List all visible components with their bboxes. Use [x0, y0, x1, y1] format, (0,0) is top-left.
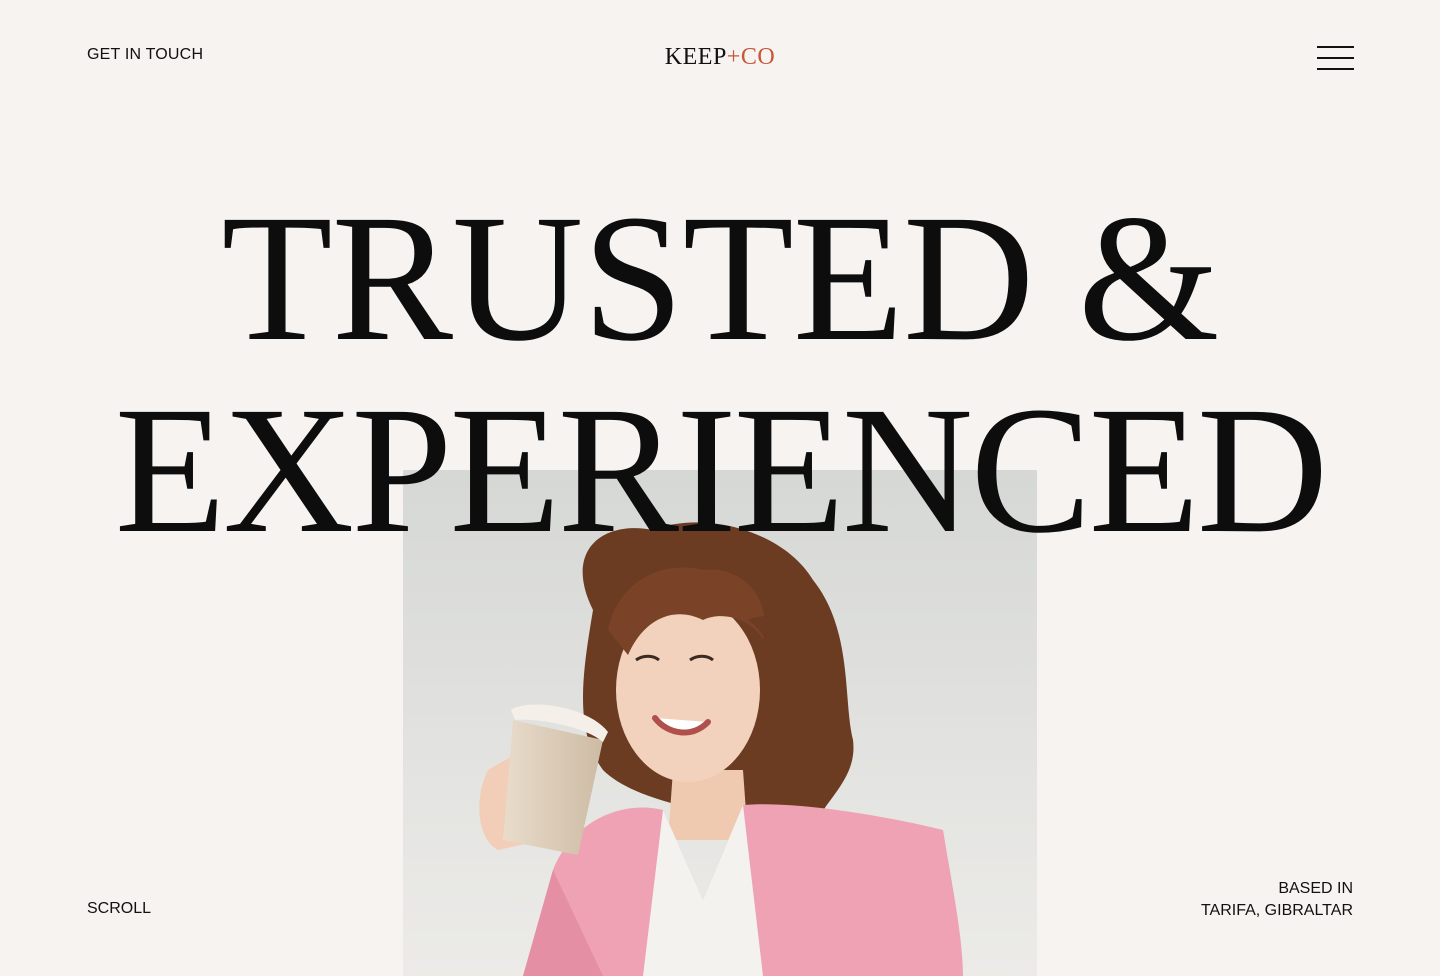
scroll-indicator[interactable]: SCROLL	[87, 900, 151, 918]
location-info: BASED IN TARIFA, GIBRALTAR	[1201, 878, 1353, 922]
location-label: BASED IN	[1278, 880, 1353, 897]
hero-headline-line-2: EXPERIENCED	[114, 370, 1329, 571]
logo-text-keep: KEEP	[664, 44, 727, 70]
logo-text-co: CO	[740, 44, 776, 70]
location-value: TARIFA, GIBRALTAR	[1200, 902, 1353, 919]
hamburger-bar	[1317, 57, 1354, 59]
hamburger-menu-icon	[1317, 46, 1354, 48]
menu-button[interactable]	[1317, 44, 1355, 72]
site-logo[interactable]: KEEP+CO	[0, 44, 1440, 71]
hero-headline-line-1: TRUSTED &	[221, 178, 1219, 379]
hamburger-bar	[1317, 68, 1354, 70]
logo-plus: +	[726, 44, 741, 70]
